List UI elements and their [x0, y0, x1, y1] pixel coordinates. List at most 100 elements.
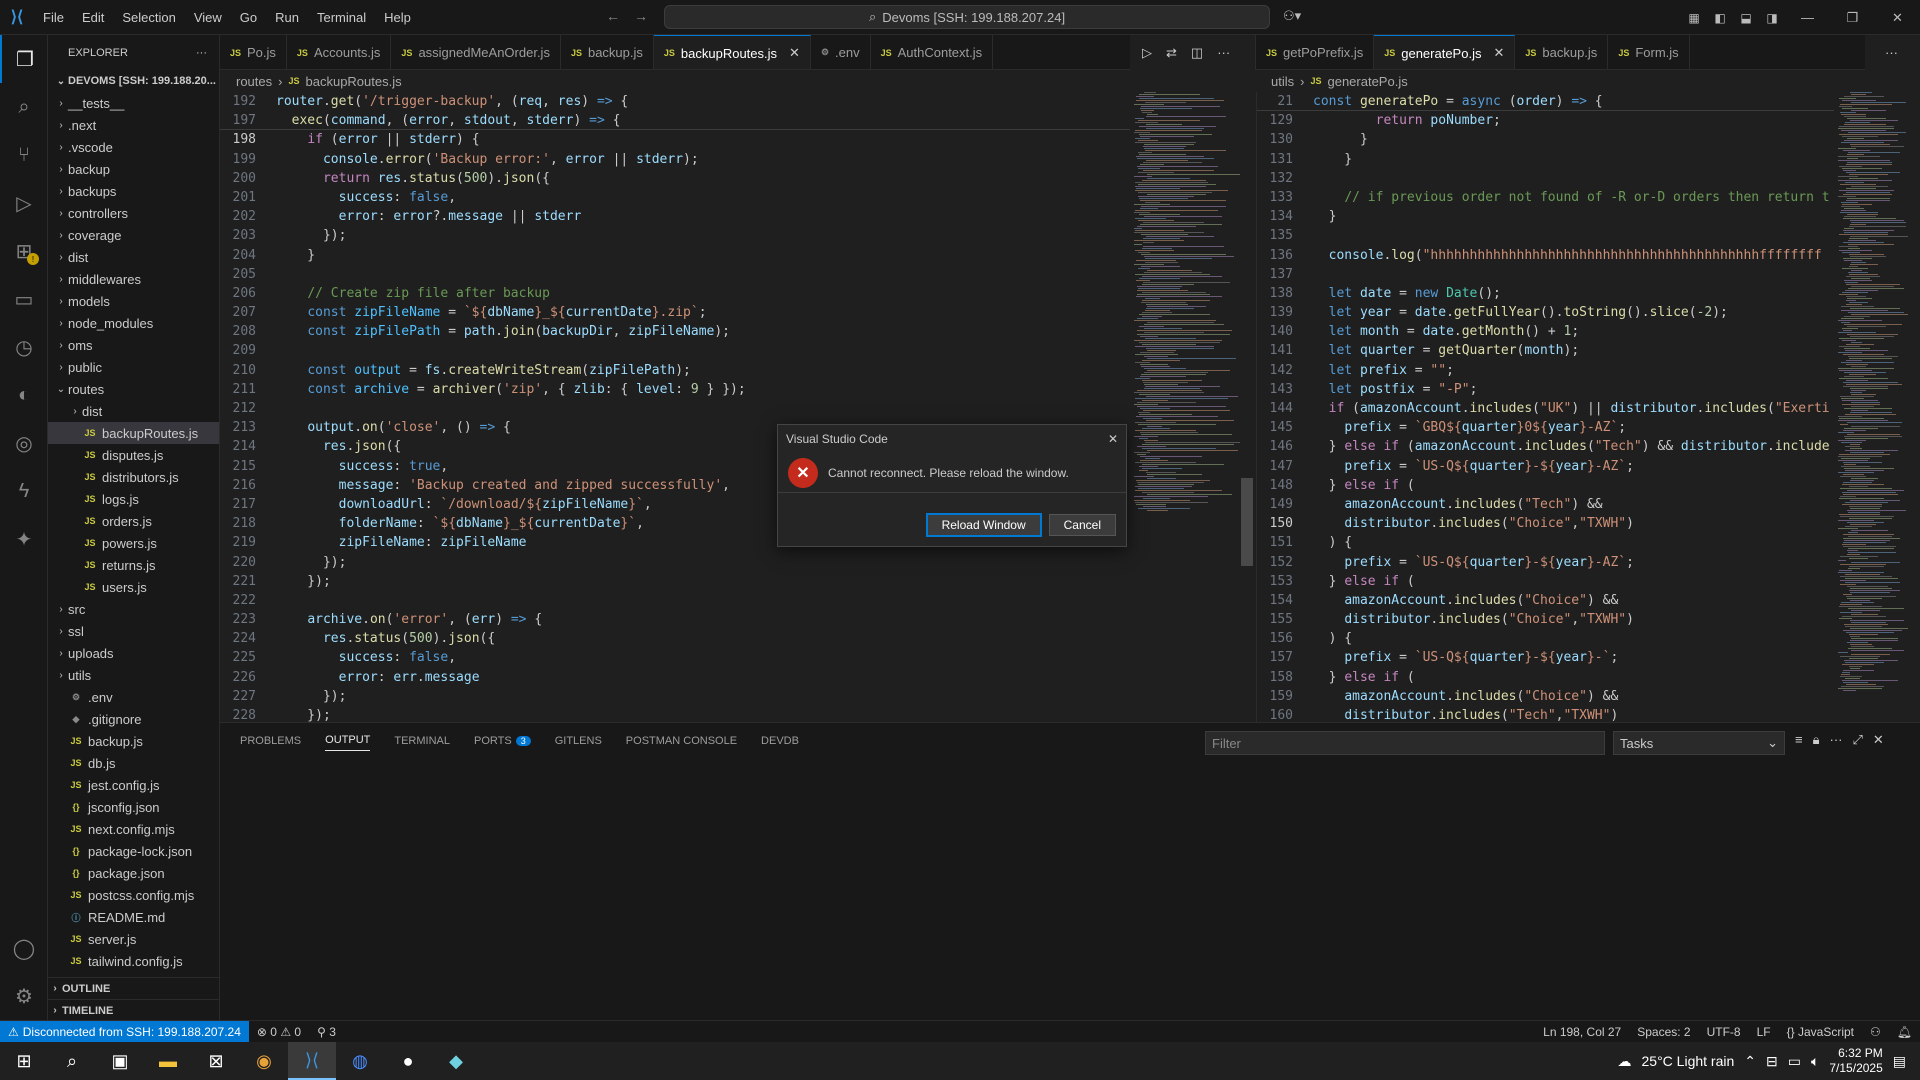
remote-explorer-icon[interactable]: ▭ [0, 275, 48, 323]
python-icon[interactable]: ✦ [0, 515, 48, 563]
compare-icon[interactable]: ⇄ [1166, 45, 1177, 61]
menu-help[interactable]: Help [375, 0, 420, 35]
tree-item[interactable]: {} package-lock.json [48, 840, 219, 862]
tree-item[interactable]: › controllers [48, 202, 219, 224]
tree-item[interactable]: › ssl [48, 620, 219, 642]
chevron-up-icon[interactable]: ⌃ [1744, 1053, 1756, 1070]
toggle-secondary-sidebar-icon[interactable]: ◨ [1759, 11, 1785, 25]
eol[interactable]: LF [1749, 1025, 1779, 1039]
close-panel-icon[interactable]: ✕ [1873, 732, 1884, 748]
display-icon[interactable]: ▭ [1788, 1053, 1801, 1070]
windows-start-icon[interactable]: ⊞ [0, 1042, 48, 1080]
tree-item[interactable]: ◆ .gitignore [48, 708, 219, 730]
tree-item[interactable]: JS postcss.config.mjs [48, 884, 219, 906]
tree-item[interactable]: › .vscode [48, 136, 219, 158]
tree-item[interactable]: JS orders.js [48, 510, 219, 532]
panel-tab-ports[interactable]: PORTS 3 [474, 735, 531, 747]
panel-tab-gitlens[interactable]: GITLENS [555, 735, 602, 747]
editor-tab[interactable]: JS backupRoutes.js ✕ [653, 35, 811, 69]
tree-item[interactable]: › public [48, 356, 219, 378]
menu-go[interactable]: Go [231, 0, 266, 35]
file-explorer-icon[interactable]: ▬ [144, 1042, 192, 1080]
tree-item[interactable]: JS server.js [48, 928, 219, 950]
notification-center-icon[interactable]: ▤ [1893, 1053, 1906, 1070]
tree-item[interactable]: ⓘ README.md [48, 906, 219, 928]
close-window-icon[interactable]: ✕ [1875, 10, 1920, 26]
tree-item[interactable]: ⌄ routes [48, 378, 219, 400]
command-center[interactable]: ⌕ Devoms [SSH: 199.188.207.24] [664, 5, 1270, 29]
ports-status[interactable]: ⚲ 3 [309, 1025, 344, 1039]
tree-item[interactable]: JS tailwind.config.js [48, 950, 219, 972]
vscode-taskbar-icon[interactable]: ⟩⟨ [288, 1042, 336, 1080]
tree-item[interactable]: JS backupRoutes.js [48, 422, 219, 444]
cancel-button[interactable]: Cancel [1048, 514, 1116, 536]
tree-item[interactable]: JS returns.js [48, 554, 219, 576]
restore-icon[interactable]: ❐ [1830, 10, 1875, 26]
chrome-icon[interactable]: ◉ [240, 1042, 288, 1080]
tree-item[interactable]: JS jest.config.js [48, 774, 219, 796]
more-actions-icon[interactable]: ··· [196, 47, 207, 59]
gitlens-inspect-icon[interactable]: ◎ [0, 419, 48, 467]
panel-tab-terminal[interactable]: TERMINAL [394, 735, 450, 747]
close-tab-icon[interactable]: ✕ [1493, 45, 1504, 61]
thunder-client-icon[interactable]: ϟ [0, 467, 48, 515]
app2-icon[interactable]: ◆ [432, 1042, 480, 1080]
menu-file[interactable]: File [34, 0, 73, 35]
tree-item[interactable]: › backup [48, 158, 219, 180]
tree-item[interactable]: › backups [48, 180, 219, 202]
timeline-icon[interactable]: ◷ [0, 323, 48, 371]
timeline-section[interactable]: › TIMELINE [48, 999, 219, 1020]
editor-tab[interactable]: JS backup.js [1515, 35, 1609, 69]
reload-window-button[interactable]: Reload Window [925, 513, 1042, 537]
tree-item[interactable]: JS backup.js [48, 730, 219, 752]
panel-tab-output[interactable]: OUTPUT [325, 734, 371, 751]
tree-item[interactable]: › oms [48, 334, 219, 356]
tree-item[interactable]: › dist [48, 400, 219, 422]
editor-tab[interactable]: JS assignedMeAnOrder.js [391, 35, 561, 69]
output-filter-input[interactable]: Filter [1205, 731, 1605, 755]
more-actions-icon[interactable]: ··· [1217, 45, 1230, 60]
close-icon[interactable]: ✕ [1108, 432, 1118, 446]
extensions-icon[interactable]: ⊞! [0, 227, 48, 275]
task-view-icon[interactable]: ▣ [96, 1042, 144, 1080]
tree-item[interactable]: › src [48, 598, 219, 620]
gitlens-icon[interactable]: ◐ [0, 371, 48, 419]
editor-tab[interactable]: JS getPoPrefix.js [1256, 35, 1375, 69]
minimize-icon[interactable]: — [1785, 10, 1830, 25]
tree-item[interactable]: › uploads [48, 642, 219, 664]
toggle-panel-icon[interactable]: ⬓ [1733, 11, 1759, 25]
problems-status[interactable]: ⊗ 0 ⚠ 0 [249, 1025, 309, 1039]
editor-tab[interactable]: JS Po.js [220, 35, 287, 69]
back-arrow-icon[interactable]: ← [606, 8, 634, 24]
tree-item[interactable]: JS users.js [48, 576, 219, 598]
search-view-icon[interactable]: ⌕ [0, 83, 48, 131]
menu-terminal[interactable]: Terminal [308, 0, 375, 35]
tree-item[interactable]: › .next [48, 114, 219, 136]
tree-item[interactable]: › dist [48, 246, 219, 268]
editor-tab[interactable]: ⚙ .env [811, 35, 871, 69]
tree-item[interactable]: › middlewares [48, 268, 219, 290]
run-debug-icon[interactable]: ▷ [0, 179, 48, 227]
language-mode[interactable]: {} JavaScript [1779, 1025, 1862, 1039]
panel-tab-postman-console[interactable]: POSTMAN CONSOLE [626, 735, 737, 747]
clear-output-icon[interactable]: ≡ [1795, 732, 1803, 748]
zoom-icon[interactable]: ◍ [336, 1042, 384, 1080]
tree-item[interactable]: › node_modules [48, 312, 219, 334]
source-control-icon[interactable]: ⑂ [0, 131, 48, 179]
tree-item[interactable]: {} package.json [48, 862, 219, 884]
left-code-editor[interactable]: 192 router.get('/trigger-backup', (req, r… [220, 92, 1130, 722]
copilot-icon[interactable]: ⚇▾ [1283, 8, 1301, 24]
weather-text[interactable]: 25°C Light rain [1642, 1053, 1735, 1069]
panel-tab-devdb[interactable]: DEVDB [761, 735, 799, 747]
left-minimap[interactable] [1130, 92, 1240, 722]
workspace-root[interactable]: ⌄ DEVOMS [SSH: 199.188.20... [48, 70, 219, 92]
toggle-sidebar-icon[interactable]: ◧ [1707, 11, 1733, 25]
app-icon[interactable]: ● [384, 1042, 432, 1080]
tree-item[interactable]: › models [48, 290, 219, 312]
accounts-icon[interactable]: ◯ [0, 924, 48, 972]
menu-run[interactable]: Run [266, 0, 308, 35]
network-icon[interactable]: ⊟ [1766, 1053, 1778, 1070]
tree-item[interactable]: JS powers.js [48, 532, 219, 554]
menu-edit[interactable]: Edit [73, 0, 113, 35]
tree-item[interactable]: JS logs.js [48, 488, 219, 510]
